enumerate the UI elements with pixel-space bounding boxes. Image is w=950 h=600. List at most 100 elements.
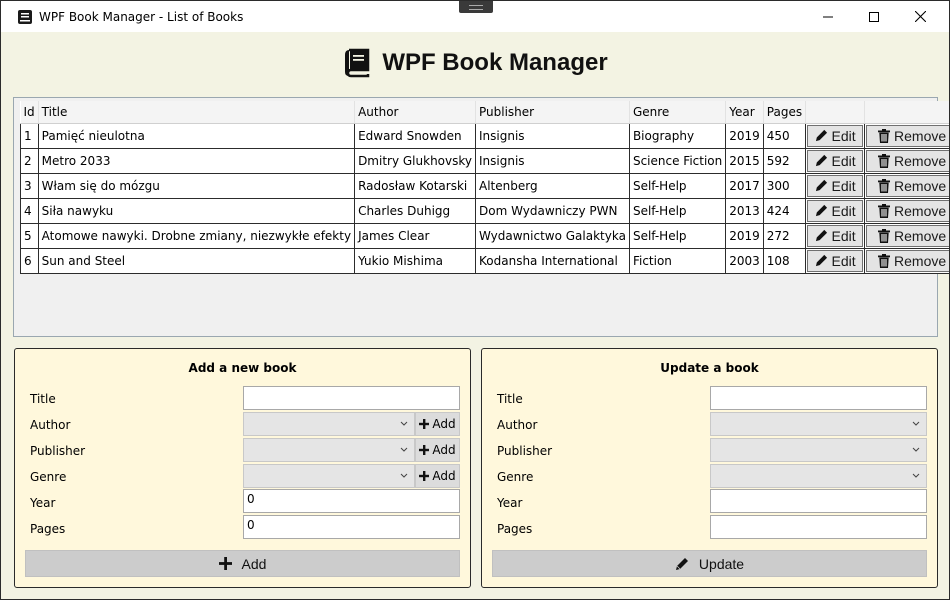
- edit-button[interactable]: Edit: [807, 149, 864, 172]
- cell-pages[interactable]: 592: [762, 147, 807, 174]
- cell-year[interactable]: 2003: [725, 247, 764, 274]
- cell-id[interactable]: 1: [20, 122, 39, 149]
- cell-title[interactable]: Metro 2033: [37, 147, 356, 174]
- remove-button[interactable]: Remove: [866, 149, 949, 172]
- column-header-year[interactable]: Year: [725, 101, 764, 124]
- column-header-pages[interactable]: Pages: [763, 101, 807, 124]
- column-header-genre[interactable]: Genre: [629, 101, 727, 124]
- trash-icon: [878, 228, 891, 243]
- table-row[interactable]: 3 Włam się do mózgu Radosław Kotarski Alten…: [20, 172, 949, 199]
- cell-title[interactable]: Sun and Steel: [37, 247, 356, 274]
- cell-author[interactable]: Edward Snowden: [354, 122, 476, 149]
- cell-pages[interactable]: 272: [762, 222, 807, 249]
- cell-genre[interactable]: Self-Help: [628, 172, 727, 199]
- snap-grip[interactable]: [459, 1, 493, 13]
- remove-button[interactable]: Remove: [866, 124, 949, 147]
- update-publisher-select[interactable]: [710, 438, 927, 462]
- update-title-input[interactable]: [710, 386, 927, 410]
- column-header-publisher[interactable]: Publisher: [475, 101, 630, 124]
- add-publisher-select[interactable]: [243, 438, 415, 462]
- table-row[interactable]: 6 Sun and Steel Yukio Mishima Kodansha Inte…: [20, 247, 949, 274]
- update-book-button[interactable]: Update: [492, 550, 927, 577]
- edit-button[interactable]: Edit: [807, 249, 864, 272]
- cell-year[interactable]: 2015: [725, 147, 764, 174]
- edit-button[interactable]: Edit: [807, 224, 864, 247]
- trash-icon: [878, 153, 891, 168]
- column-header-author[interactable]: Author: [354, 101, 476, 124]
- maximize-button[interactable]: [851, 1, 897, 32]
- remove-cell: Remove: [864, 247, 949, 274]
- cell-publisher[interactable]: Dom Wydawniczy PWN: [475, 197, 630, 224]
- cell-author[interactable]: James Clear: [354, 222, 476, 249]
- close-button[interactable]: [897, 1, 943, 32]
- cell-year[interactable]: 2017: [725, 172, 764, 199]
- add-book-button-label: Add: [241, 555, 267, 572]
- cell-author[interactable]: Dmitry Glukhovsky: [354, 147, 476, 174]
- cell-publisher[interactable]: Insignis: [475, 147, 630, 174]
- cell-year[interactable]: 2019: [725, 222, 764, 249]
- cell-pages[interactable]: 424: [762, 197, 807, 224]
- add-author-select[interactable]: [243, 412, 415, 436]
- add-book-button[interactable]: Add: [25, 550, 460, 577]
- table-row[interactable]: 1 Pamięć nieulotna Edward Snowden Insignis B…: [20, 122, 949, 149]
- update-year-input[interactable]: [710, 489, 927, 513]
- remove-button[interactable]: Remove: [866, 249, 949, 272]
- remove-button-label: Remove: [894, 152, 947, 169]
- title-bar[interactable]: WPF Book Manager - List of Books: [1, 1, 949, 32]
- edit-button[interactable]: Edit: [807, 124, 864, 147]
- add-pages-input[interactable]: 0: [243, 515, 460, 539]
- remove-button[interactable]: Remove: [866, 174, 949, 197]
- cell-genre[interactable]: Self-Help: [628, 222, 727, 249]
- cell-author[interactable]: Charles Duhigg: [354, 197, 476, 224]
- cell-genre[interactable]: Science Fiction: [628, 147, 727, 174]
- table-row[interactable]: 5 Atomowe nawyki. Drobne zmiany, niezwykł…: [20, 222, 949, 249]
- cell-pages[interactable]: 300: [762, 172, 807, 199]
- cell-publisher[interactable]: Kodansha International: [475, 247, 630, 274]
- add-panel-heading: Add a new book: [188, 361, 297, 375]
- cell-title[interactable]: Siła nawyku: [37, 197, 356, 224]
- remove-button[interactable]: Remove: [866, 224, 949, 247]
- cell-year[interactable]: 2019: [725, 122, 764, 149]
- cell-id[interactable]: 4: [20, 197, 39, 224]
- column-header-title[interactable]: Title: [38, 101, 356, 124]
- update-pages-input[interactable]: [710, 515, 927, 539]
- add-title-input[interactable]: [243, 386, 460, 410]
- column-header-edit: [805, 101, 866, 124]
- cell-id[interactable]: 6: [20, 247, 39, 274]
- cell-title[interactable]: Pamięć nieulotna: [37, 122, 356, 149]
- edit-button-label: Edit: [831, 202, 856, 219]
- cell-genre[interactable]: Biography: [628, 122, 727, 149]
- cell-title[interactable]: Włam się do mózgu: [37, 172, 356, 199]
- edit-button-label: Edit: [831, 127, 856, 144]
- cell-pages[interactable]: 450: [762, 122, 807, 149]
- edit-button[interactable]: Edit: [807, 174, 864, 197]
- cell-author[interactable]: Radosław Kotarski: [354, 172, 476, 199]
- add-genre-button[interactable]: Add: [415, 464, 460, 488]
- table-row[interactable]: 2 Metro 2033 Dmitry Glukhovsky Insignis Scie…: [20, 147, 949, 174]
- add-year-input[interactable]: 0: [243, 489, 460, 513]
- remove-button[interactable]: Remove: [866, 199, 949, 222]
- column-header-id[interactable]: Id: [20, 101, 39, 124]
- cell-pages[interactable]: 108: [762, 247, 807, 274]
- edit-button[interactable]: Edit: [807, 199, 864, 222]
- cell-author[interactable]: Yukio Mishima: [354, 247, 476, 274]
- cell-id[interactable]: 2: [20, 147, 39, 174]
- add-author-button[interactable]: Add: [415, 412, 460, 436]
- add-publisher-button[interactable]: Add: [415, 438, 460, 462]
- update-author-select[interactable]: [710, 412, 927, 436]
- edit-cell: Edit: [805, 122, 866, 149]
- table-row[interactable]: 4 Siła nawyku Charles Duhigg Dom Wydawniczy…: [20, 197, 949, 224]
- cell-title[interactable]: Atomowe nawyki. Drobne zmiany, niezwykłe…: [37, 222, 356, 249]
- cell-publisher[interactable]: Insignis: [475, 122, 630, 149]
- cell-id[interactable]: 5: [20, 222, 39, 249]
- cell-genre[interactable]: Self-Help: [628, 197, 727, 224]
- cell-publisher[interactable]: Wydawnictwo Galaktyka: [475, 222, 630, 249]
- cell-id[interactable]: 3: [20, 172, 39, 199]
- cell-genre[interactable]: Fiction: [628, 247, 727, 274]
- books-datagrid[interactable]: Id Title Author Publisher Genre Year Pag…: [13, 97, 949, 337]
- update-genre-select[interactable]: [710, 464, 927, 488]
- cell-publisher[interactable]: Altenberg: [475, 172, 630, 199]
- cell-year[interactable]: 2013: [725, 197, 764, 224]
- add-genre-select[interactable]: [243, 464, 415, 488]
- minimize-button[interactable]: [805, 1, 851, 32]
